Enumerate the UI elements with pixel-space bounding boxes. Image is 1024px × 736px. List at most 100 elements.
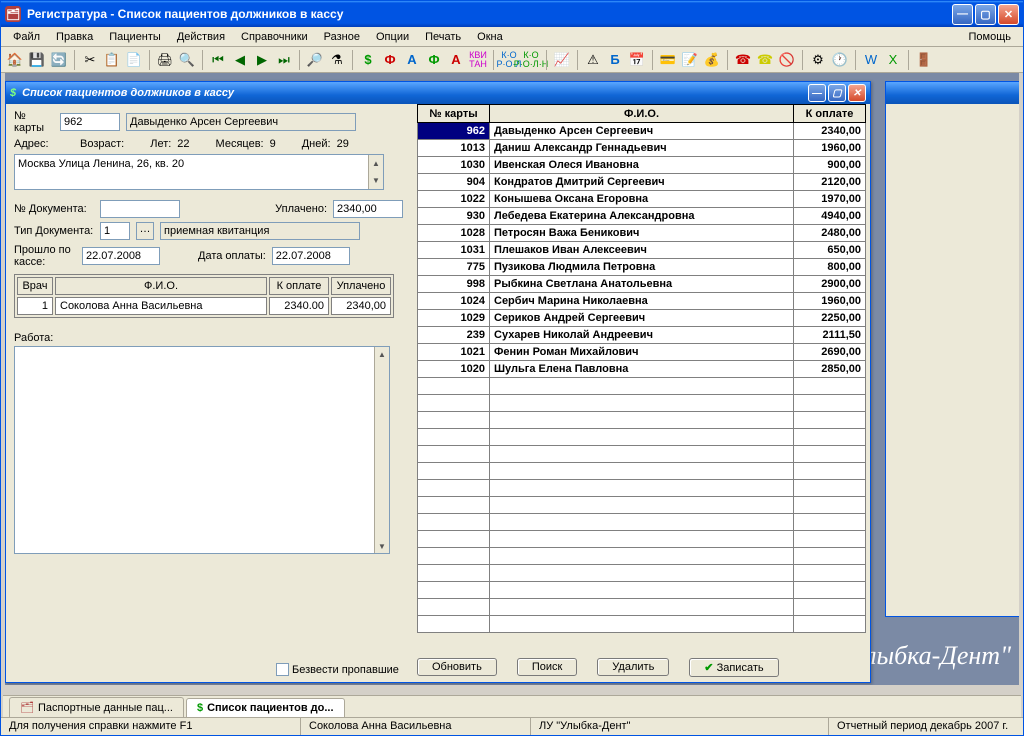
tb-a-icon[interactable]: А: [402, 50, 422, 70]
tb-copy-icon[interactable]: 📋: [102, 50, 122, 70]
tb-prev-icon[interactable]: ◀: [230, 50, 250, 70]
table-row[interactable]: 1021Фенин Роман Михайлович2690,00: [418, 344, 866, 361]
missing-checkbox[interactable]: Безвести пропавшие: [276, 663, 399, 676]
table-row[interactable]: 1013Даниш Александр Геннадьевич1960,00: [418, 140, 866, 157]
tb-f-icon[interactable]: Ф: [380, 50, 400, 70]
table-row[interactable]: [418, 548, 866, 565]
table-row[interactable]: 1029Сериков Андрей Сергеевич2250,00: [418, 310, 866, 327]
dt-hdr-paid[interactable]: Уплачено: [331, 277, 391, 295]
delete-button[interactable]: Удалить: [597, 658, 669, 676]
child-maximize-button[interactable]: ▢: [828, 84, 846, 102]
address-box[interactable]: Москва Улица Ленина, 26, кв. 20 ▲▼: [14, 154, 384, 190]
table-row[interactable]: [418, 463, 866, 480]
table-row[interactable]: 1028Петросян Важа Беникович2480,00: [418, 225, 866, 242]
table-row[interactable]: 1031Плешаков Иван Алексеевич650,00: [418, 242, 866, 259]
tb-korol2-icon[interactable]: К·ОР·О·Л·Н: [521, 50, 541, 70]
tb-find-icon[interactable]: 🔎: [305, 50, 325, 70]
dt-hdr-fio[interactable]: Ф.И.О.: [55, 277, 267, 295]
tab-debtors[interactable]: $ Список пациентов до...: [186, 698, 345, 717]
maximize-button[interactable]: ▢: [975, 4, 996, 25]
card-no-input[interactable]: [60, 113, 120, 131]
tb-paste-icon[interactable]: 📄: [124, 50, 144, 70]
patients-grid[interactable]: № карты Ф.И.О. К оплате 962Давыденко Арс…: [417, 104, 866, 633]
dt-hdr-doctor[interactable]: Врач: [17, 277, 53, 295]
work-scroll[interactable]: ▲▼: [374, 347, 389, 553]
doc-type-input[interactable]: [100, 222, 130, 240]
refresh-button[interactable]: Обновить: [417, 658, 497, 676]
menu-actions[interactable]: Действия: [169, 29, 233, 45]
menu-help[interactable]: Помощь: [961, 29, 1020, 45]
tb-warn-icon[interactable]: ⚠: [583, 50, 603, 70]
elapsed-date-input[interactable]: [82, 247, 160, 265]
tb-next-icon[interactable]: ▶: [252, 50, 272, 70]
tb-a2-icon[interactable]: А: [446, 50, 466, 70]
table-row[interactable]: 930Лебедева Екатерина Александровна4940,…: [418, 208, 866, 225]
tb-excel-icon[interactable]: X: [883, 50, 903, 70]
tb-cut-icon[interactable]: ✂: [80, 50, 100, 70]
tb-save-icon[interactable]: 💾: [27, 50, 47, 70]
pay-date-input[interactable]: [272, 247, 350, 265]
table-row[interactable]: 1022Конышева Оксана Егоровна1970,00: [418, 191, 866, 208]
menu-windows[interactable]: Окна: [469, 29, 511, 45]
search-button[interactable]: Поиск: [517, 658, 577, 676]
tb-cash-icon[interactable]: 💰: [702, 50, 722, 70]
table-row[interactable]: [418, 514, 866, 531]
table-row[interactable]: [418, 616, 866, 633]
table-row[interactable]: [418, 497, 866, 514]
table-row[interactable]: [418, 582, 866, 599]
table-row[interactable]: [418, 599, 866, 616]
tb-b-icon[interactable]: Б: [605, 50, 625, 70]
doctor-table[interactable]: Врач Ф.И.О. К оплате Уплачено 1 Соколова…: [14, 274, 394, 318]
table-row[interactable]: 1 Соколова Анна Васильевна 2340.00 2340,…: [17, 297, 391, 315]
bg-titlebar[interactable]: — ▢ ✕: [886, 82, 1019, 104]
tb-gear-icon[interactable]: ⚙: [808, 50, 828, 70]
child-titlebar[interactable]: $ Список пациентов должников в кассу — ▢…: [6, 82, 870, 104]
tb-word-icon[interactable]: W: [861, 50, 881, 70]
table-row[interactable]: [418, 480, 866, 497]
table-row[interactable]: [418, 531, 866, 548]
table-row[interactable]: 1024Сербич Марина Николаевна1960,00: [418, 293, 866, 310]
tb-telred-icon[interactable]: ☎: [733, 50, 753, 70]
tb-card-icon[interactable]: 💳: [658, 50, 678, 70]
tb-telyel-icon[interactable]: ☎: [755, 50, 775, 70]
table-row[interactable]: [418, 412, 866, 429]
close-button[interactable]: ✕: [998, 4, 1019, 25]
save-button[interactable]: Записать: [689, 658, 778, 677]
table-row[interactable]: 904Кондратов Дмитрий Сергеевич2120,00: [418, 174, 866, 191]
table-row[interactable]: 998Рыбкина Светлана Анатольевна2900,00: [418, 276, 866, 293]
tb-preview-icon[interactable]: 🔍: [177, 50, 197, 70]
tb-last-icon[interactable]: ⏭: [274, 50, 294, 70]
grid-hdr-card[interactable]: № карты: [418, 105, 490, 123]
menu-refs[interactable]: Справочники: [233, 29, 316, 45]
grid-hdr-fio[interactable]: Ф.И.О.: [490, 105, 794, 123]
menu-file[interactable]: Файл: [5, 29, 48, 45]
table-row[interactable]: [418, 429, 866, 446]
work-textarea[interactable]: ▲▼: [14, 346, 390, 554]
doc-type-picker-button[interactable]: …: [136, 222, 154, 240]
table-row[interactable]: 239Сухарев Николай Андреевич2111,50: [418, 327, 866, 344]
address-scroll[interactable]: ▲▼: [368, 155, 383, 189]
tb-home-icon[interactable]: 🏠: [5, 50, 25, 70]
menu-edit[interactable]: Правка: [48, 29, 101, 45]
tb-chart-icon[interactable]: 📈: [552, 50, 572, 70]
tb-clock-icon[interactable]: 🕐: [830, 50, 850, 70]
tb-noentry-icon[interactable]: 🚫: [777, 50, 797, 70]
tb-dollar-icon[interactable]: $: [358, 50, 378, 70]
table-row[interactable]: [418, 378, 866, 395]
tb-filter-icon[interactable]: ⚗: [327, 50, 347, 70]
tb-refresh-icon[interactable]: 🔄: [49, 50, 69, 70]
patient-name-field[interactable]: [126, 113, 356, 131]
tb-exit-icon[interactable]: 🚪: [914, 50, 934, 70]
tb-form-icon[interactable]: 📝: [680, 50, 700, 70]
menu-misc[interactable]: Разное: [316, 29, 368, 45]
checkbox-icon[interactable]: [276, 663, 289, 676]
tab-passport[interactable]: 🗂 Паспортные данные пац...: [9, 697, 184, 717]
tb-first-icon[interactable]: ⏮: [208, 50, 228, 70]
menu-print[interactable]: Печать: [417, 29, 469, 45]
table-row[interactable]: 775Пузикова Людмила Петровна800,00: [418, 259, 866, 276]
doc-no-input[interactable]: [100, 200, 180, 218]
table-row[interactable]: [418, 446, 866, 463]
tb-kvitan-icon[interactable]: КВИТАН: [468, 50, 488, 70]
menu-options[interactable]: Опции: [368, 29, 417, 45]
grid-hdr-due[interactable]: К оплате: [794, 105, 866, 123]
